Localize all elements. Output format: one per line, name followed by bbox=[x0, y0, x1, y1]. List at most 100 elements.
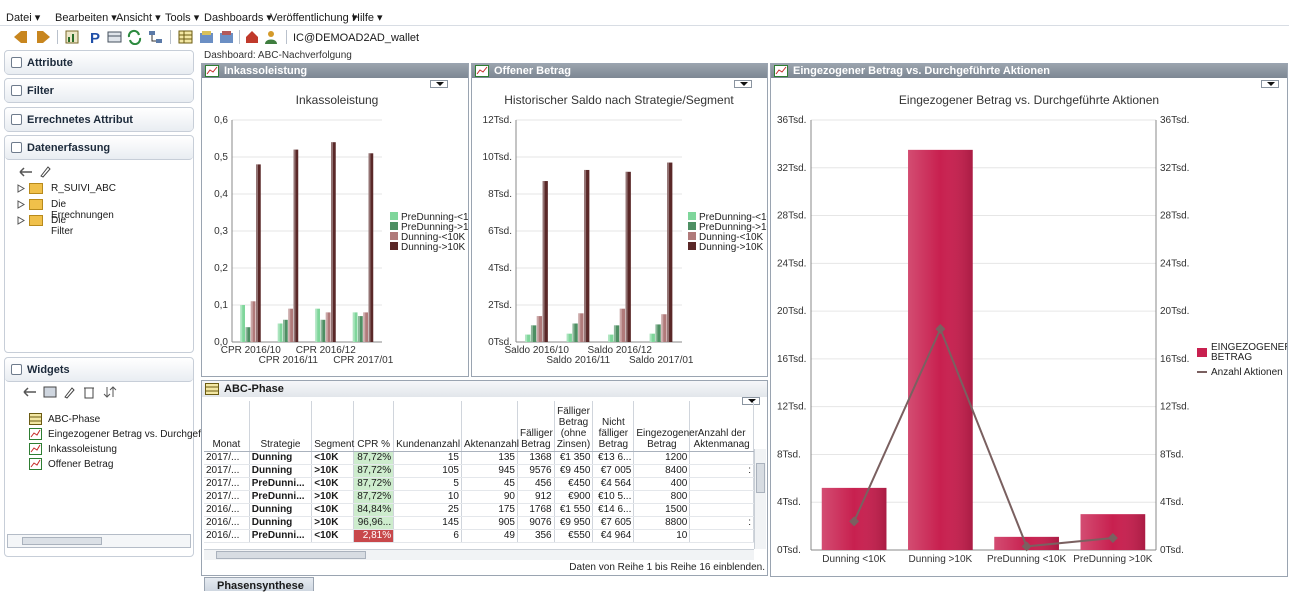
table-row[interactable]: 2017/... PreDunni... >10K 87,72% 10 90 912 €900… bbox=[204, 490, 754, 504]
edit-icon[interactable] bbox=[63, 386, 76, 399]
vertical-scrollbar[interactable] bbox=[754, 449, 766, 549]
panel-inkassoleistung: Inkassoleistung Inkassoleistung 0,0 0,1 0,2… bbox=[201, 63, 469, 377]
import-icon[interactable] bbox=[198, 29, 215, 45]
expand-icon[interactable] bbox=[11, 85, 22, 96]
collapse-icon[interactable] bbox=[11, 142, 22, 153]
sort-icon[interactable] bbox=[103, 385, 117, 399]
table-cell: 1500 bbox=[633, 503, 691, 517]
expand-triangle-icon[interactable] bbox=[17, 184, 25, 193]
expand-triangle-icon[interactable] bbox=[17, 216, 25, 225]
table-cell: PreDunni... bbox=[249, 477, 313, 491]
column-header[interactable]: Monat bbox=[204, 401, 250, 452]
table-cell: Dunning bbox=[249, 516, 313, 530]
menu-ansicht[interactable]: Ansicht ▾ bbox=[116, 11, 161, 24]
column-header[interactable]: Eingezogener Betrag bbox=[633, 401, 698, 452]
legend-swatch bbox=[1197, 348, 1207, 357]
table-cell: €7 005 bbox=[592, 464, 635, 478]
y2-tick-label: 32Tsd. bbox=[1160, 163, 1189, 174]
table-icon[interactable] bbox=[177, 29, 194, 45]
table-row[interactable]: 2017/... Dunning >10K 87,72% 105 945 9576 €9 45… bbox=[204, 464, 754, 478]
bar-mark bbox=[542, 181, 548, 342]
menu-bearbeiten[interactable]: Bearbeiten ▾ bbox=[55, 11, 117, 24]
column-header[interactable]: Aktenanzahl bbox=[461, 401, 519, 452]
refresh-icon[interactable] bbox=[126, 29, 143, 45]
panel-title: Inkassoleistung bbox=[224, 65, 308, 77]
table-row[interactable]: 2016/... Dunning >10K 96,96... 145 905 9076 €9 … bbox=[204, 516, 754, 530]
horizontal-scrollbar[interactable] bbox=[204, 549, 754, 560]
accordion-attribute[interactable]: Attribute bbox=[4, 50, 194, 75]
expand-icon[interactable] bbox=[11, 114, 22, 125]
hierarchy-icon[interactable] bbox=[147, 29, 164, 45]
table-row[interactable]: 2016/... PreDunni... <10K 2,81% 6 49 356 €550 €4… bbox=[204, 529, 754, 543]
tree-label: R_SUIVI_ABC bbox=[51, 183, 117, 194]
table-cell: >10K bbox=[311, 464, 355, 478]
home-icon[interactable] bbox=[244, 29, 261, 45]
menu-dashboards[interactable]: Dashboards ▾ bbox=[204, 11, 272, 24]
export-icon[interactable] bbox=[218, 29, 235, 45]
menu-tools[interactable]: Tools ▾ bbox=[165, 11, 199, 24]
table-row[interactable]: 2017/... PreDunni... <10K 87,72% 5 45 456 €450 €… bbox=[204, 477, 754, 491]
bar-mark bbox=[358, 316, 363, 342]
grid-icon[interactable] bbox=[106, 29, 123, 45]
back-arrow-icon[interactable] bbox=[19, 166, 33, 178]
column-header[interactable]: Strategie bbox=[249, 401, 313, 452]
table-cell: 945 bbox=[461, 464, 519, 478]
column-header[interactable]: Anzahl der Aktenmanag bbox=[689, 401, 754, 452]
table-row[interactable]: 2016/... Dunning <10K 84,84% 25 175 1768 €1 550… bbox=[204, 503, 754, 517]
bar-mark bbox=[368, 153, 374, 342]
accordion-filter[interactable]: Filter bbox=[4, 78, 194, 103]
chart-icon bbox=[774, 65, 788, 77]
horizontal-scrollbar[interactable] bbox=[7, 534, 191, 548]
bar-mark bbox=[277, 323, 283, 342]
expand-triangle-icon[interactable] bbox=[17, 200, 25, 209]
y2-tick-label: 16Tsd. bbox=[1160, 354, 1189, 365]
column-header[interactable]: Kundenanzahl bbox=[393, 401, 462, 452]
delete-icon[interactable] bbox=[83, 385, 95, 399]
table-row[interactable]: 2017/... Dunning <10K 87,72% 15 135 1368 €1 350… bbox=[204, 451, 754, 465]
table-cell: 2016/... bbox=[204, 516, 250, 530]
bar-mark bbox=[572, 323, 578, 342]
table-cell: €550 bbox=[554, 529, 594, 543]
chart-icon bbox=[205, 65, 219, 77]
column-header[interactable]: Fälliger Betrag bbox=[517, 401, 555, 452]
user-icon[interactable] bbox=[263, 29, 280, 45]
y-tick-label: 0,4 bbox=[214, 189, 228, 200]
report-icon[interactable] bbox=[64, 29, 81, 45]
legend-swatch bbox=[688, 222, 696, 230]
menu-hilfe[interactable]: Hilfe ▾ bbox=[352, 11, 383, 24]
column-header[interactable]: Nicht fälliger Betrag bbox=[592, 401, 635, 452]
menu-datei[interactable]: Datei ▾ bbox=[6, 11, 40, 24]
y-tick-label: 6Tsd. bbox=[488, 226, 512, 237]
table-cell: 8800 bbox=[633, 516, 691, 530]
menu-veroeffentlichung[interactable]: Veröffentlichung ▾ bbox=[270, 11, 357, 24]
table-cell: 2016/... bbox=[204, 529, 250, 543]
expand-icon[interactable] bbox=[11, 57, 22, 68]
bar-mark bbox=[578, 313, 584, 342]
back-icon[interactable] bbox=[12, 29, 29, 45]
user-label: IC@DEMOAD2AD_wallet bbox=[293, 32, 420, 44]
table-cell: 356 bbox=[517, 529, 555, 543]
accordion-errechnetes-attribut[interactable]: Errechnetes Attribut bbox=[4, 107, 194, 132]
tab-phasensynthese[interactable]: Phasensynthese bbox=[204, 577, 314, 592]
forward-icon[interactable] bbox=[35, 29, 52, 45]
bar-mark bbox=[613, 325, 620, 342]
dashboard-title: Dashboard: ABC-Nachverfolgung bbox=[204, 50, 352, 61]
collapse-icon[interactable] bbox=[11, 364, 22, 375]
accordion-title: Errechnetes Attribut bbox=[27, 114, 133, 126]
p-icon[interactable]: P bbox=[87, 29, 104, 45]
table-cell: <10K bbox=[311, 529, 355, 543]
x-tick-label: PreDunning >10K bbox=[1073, 554, 1153, 565]
back-arrow-icon[interactable] bbox=[23, 386, 37, 398]
y-tick-label: 8Tsd. bbox=[777, 449, 801, 460]
column-header[interactable]: Segment bbox=[311, 401, 354, 452]
panel-menu-button[interactable] bbox=[1261, 80, 1279, 88]
column-header[interactable]: Fälliger Betrag (ohne Zinsen) bbox=[554, 401, 594, 452]
add-widget-icon[interactable] bbox=[43, 386, 57, 398]
y-tick-label: 32Tsd. bbox=[777, 163, 806, 174]
column-header[interactable]: CPR % bbox=[353, 401, 395, 452]
edit-icon[interactable] bbox=[39, 165, 52, 178]
table-cell: <10K bbox=[311, 503, 355, 517]
panel-menu-button[interactable] bbox=[734, 80, 752, 88]
panel-menu-button[interactable] bbox=[430, 80, 448, 88]
menu-bar: Datei ▾ Bearbeiten ▾ Ansicht ▾ Tools ▾ D… bbox=[0, 0, 1289, 26]
